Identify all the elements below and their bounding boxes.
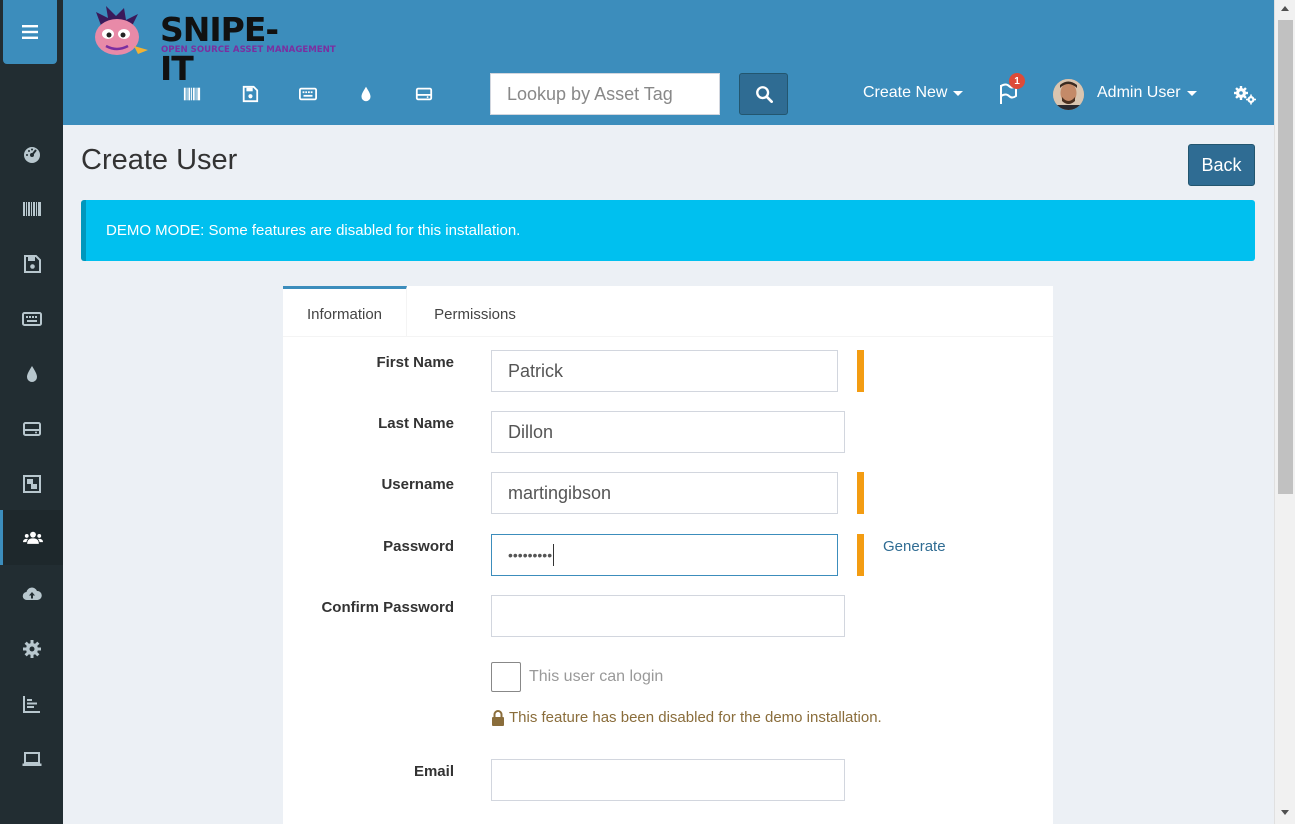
- sidebar-item-components[interactable]: [0, 401, 63, 456]
- required-indicator: [857, 534, 864, 576]
- bar-chart-icon: [22, 695, 40, 713]
- sidebar-item-assets[interactable]: [0, 181, 63, 236]
- demo-disabled-note: This feature has been disabled for the d…: [491, 709, 882, 726]
- sidebar-item-accessories[interactable]: [0, 291, 63, 346]
- sidebar-item-requestable[interactable]: [0, 731, 63, 786]
- avatar[interactable]: [1053, 79, 1084, 110]
- create-new-dropdown[interactable]: Create New: [863, 84, 964, 102]
- barcode-icon: [183, 87, 201, 101]
- demo-mode-alert: DEMO MODE: Some features are disabled fo…: [81, 200, 1255, 261]
- user-photo-icon: [1053, 79, 1084, 110]
- user-menu-dropdown[interactable]: Admin User: [1097, 84, 1197, 102]
- create-user-form: Information Permissions First Name Patri…: [283, 286, 1053, 824]
- scroll-up-arrow-icon[interactable]: [1281, 6, 1289, 11]
- droplet-icon: [361, 86, 371, 102]
- nav-consumables-link[interactable]: [355, 84, 377, 104]
- first-name-value: Patrick: [508, 360, 564, 381]
- last-name-value: Dillon: [508, 421, 554, 442]
- nav-licenses-link[interactable]: [239, 84, 261, 104]
- can-login-checkbox[interactable]: [491, 662, 521, 692]
- top-navbar: SNIPE-IT OPEN SOURCE ASSET MANAGEMENT Cr…: [63, 0, 1274, 125]
- sidebar-item-dashboard[interactable]: [0, 126, 63, 181]
- snipe-it-logo[interactable]: SNIPE-IT OPEN SOURCE ASSET MANAGEMENT: [88, 6, 336, 88]
- sidebar-item-settings[interactable]: [0, 621, 63, 676]
- text-cursor: [553, 544, 555, 566]
- can-login-label: This user can login: [529, 668, 664, 685]
- dashboard-icon: [23, 146, 40, 163]
- nav-accessories-link[interactable]: [297, 84, 319, 104]
- last-name-field[interactable]: Dillon: [491, 411, 845, 453]
- sidebar-item-import[interactable]: [0, 566, 63, 621]
- barcode-icon: [22, 201, 41, 216]
- gear-icon: [22, 639, 41, 658]
- keyboard-icon: [299, 87, 317, 101]
- logo-tagline: OPEN SOURCE ASSET MANAGEMENT: [161, 45, 336, 55]
- sidebar: [0, 0, 63, 824]
- first-name-field[interactable]: Patrick: [491, 350, 838, 392]
- nav-components-link[interactable]: [413, 84, 435, 104]
- object-group-icon: [22, 474, 41, 493]
- sidebar-item-licenses[interactable]: [0, 236, 63, 291]
- keyboard-icon: [21, 311, 42, 326]
- notification-badge: 1: [1009, 73, 1025, 89]
- password-value: •••••••••: [508, 547, 553, 563]
- user-name-label: Admin User: [1097, 84, 1181, 101]
- confirm-password-label: Confirm Password: [321, 599, 454, 616]
- droplet-icon: [26, 365, 37, 382]
- email-label: Email: [413, 763, 454, 780]
- caret-down-icon: [953, 90, 964, 96]
- asset-tag-search-input[interactable]: [490, 73, 720, 115]
- sidebar-toggle-button[interactable]: [3, 0, 57, 64]
- page-title: Create User: [81, 144, 238, 176]
- form-tabs: Information Permissions: [283, 286, 1053, 337]
- username-field[interactable]: martingibson: [491, 472, 838, 514]
- tab-permissions[interactable]: Permissions: [407, 286, 543, 337]
- floppy-disk-icon: [23, 254, 41, 273]
- hamburger-icon: [22, 25, 38, 39]
- caret-down-icon: [1186, 90, 1197, 96]
- username-value: martingibson: [508, 482, 612, 503]
- email-field[interactable]: [491, 759, 845, 801]
- cloud-upload-icon: [22, 587, 42, 600]
- sidebar-item-reports[interactable]: [0, 676, 63, 731]
- username-label: Username: [381, 476, 454, 493]
- back-button[interactable]: Back: [1188, 144, 1255, 186]
- first-name-label: First Name: [376, 354, 454, 371]
- hard-drive-icon: [415, 87, 433, 101]
- required-indicator: [857, 472, 864, 514]
- generate-password-link[interactable]: Generate: [883, 538, 946, 555]
- page-scrollbar[interactable]: [1274, 0, 1295, 824]
- laptop-icon: [22, 751, 41, 766]
- tab-information[interactable]: Information: [283, 286, 407, 337]
- required-indicator: [857, 350, 864, 392]
- password-field[interactable]: •••••••••: [491, 534, 838, 576]
- nav-assets-link[interactable]: [181, 84, 203, 104]
- password-label: Password: [383, 538, 454, 555]
- sidebar-item-kits[interactable]: [0, 456, 63, 511]
- last-name-label: Last Name: [378, 415, 454, 432]
- demo-disabled-text: This feature has been disabled for the d…: [509, 709, 882, 726]
- logo-mascot-icon: [95, 6, 148, 55]
- lock-icon: [492, 709, 504, 726]
- admin-settings-button[interactable]: [1233, 84, 1257, 106]
- scrollbar-thumb[interactable]: [1278, 20, 1293, 494]
- sidebar-item-users[interactable]: [0, 510, 63, 565]
- users-icon: [23, 531, 43, 544]
- hard-drive-icon: [22, 421, 41, 436]
- search-button[interactable]: [739, 73, 788, 115]
- scroll-down-arrow-icon[interactable]: [1281, 810, 1289, 815]
- sidebar-item-consumables[interactable]: [0, 346, 63, 401]
- create-new-label: Create New: [863, 84, 948, 101]
- gears-icon: [1234, 86, 1256, 105]
- search-icon: [755, 86, 773, 103]
- floppy-disk-icon: [242, 85, 259, 103]
- confirm-password-field[interactable]: [491, 595, 845, 637]
